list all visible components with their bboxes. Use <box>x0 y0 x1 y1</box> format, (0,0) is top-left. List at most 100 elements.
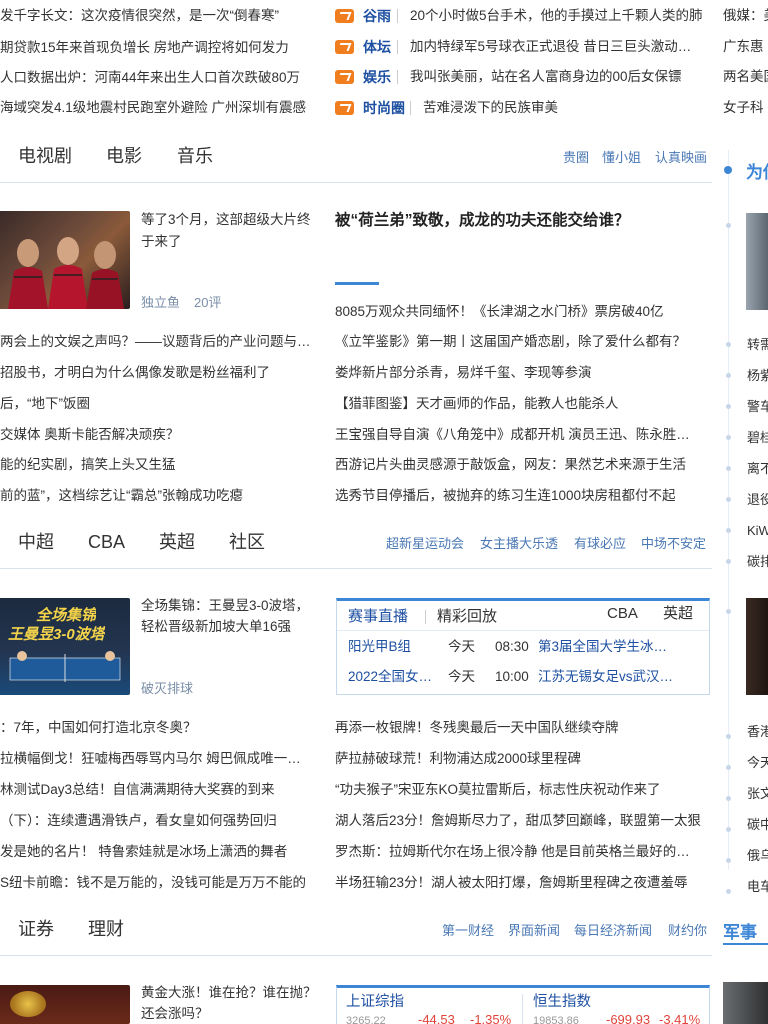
sidebar-item[interactable]: 离不 <box>747 460 768 478</box>
ent-left-6[interactable]: 前的蓝”，这档综艺让“霸总”张翰成功吃瘪 <box>0 486 322 506</box>
category-label-ent[interactable]: 娱乐 <box>363 67 391 87</box>
score-match[interactable]: 第3届全国大学生冰… <box>538 637 704 657</box>
tab-cba[interactable]: CBA <box>88 530 125 554</box>
sports-left-2[interactable]: 拉横幅倒戈！狂嘘梅西辱骂内马尔 姆巴佩成唯一… <box>0 749 322 769</box>
tab-music[interactable]: 音乐 <box>177 144 213 168</box>
sidebar-item[interactable]: 杨紫 <box>747 367 768 385</box>
sports-left-4[interactable]: （下）：连续遭遇滑铁卢，看女皇如何强势回归 <box>0 811 322 831</box>
sidebar-item[interactable]: 张文 <box>747 785 768 803</box>
category-label-guyu[interactable]: 谷雨 <box>363 6 391 26</box>
sports-left-3[interactable]: 林测试Day3总结！自信满满期待大奖赛的到来 <box>0 780 322 800</box>
link-renzhenyinghua[interactable]: 认真映画 <box>655 149 707 167</box>
sidebar-item[interactable]: 碳中 <box>747 816 768 834</box>
ent-feature-source[interactable]: 独立鱼 <box>141 294 180 312</box>
top-news-mid-4[interactable]: 苦难浸泼下的民族审美 <box>423 98 713 118</box>
top-news-right-4[interactable]: 女子科 <box>723 98 768 118</box>
sports-left-5[interactable]: 发是她的名片！ 特鲁索娃就是冰场上潇洒的舞者 <box>0 842 322 862</box>
score-league[interactable]: 2022全国女… <box>348 667 443 687</box>
tab-epl[interactable]: 英超 <box>159 530 195 554</box>
sports-left-6[interactable]: S纽卡前瞻：钱不是万能的，没钱可能是万万不能的 <box>0 873 322 893</box>
sidebar-military-tab[interactable]: 军事 <box>723 918 757 943</box>
finance-feature-title[interactable]: 黄金大涨！谁在抢？谁在抛？还会涨吗？ <box>141 982 323 1024</box>
ent-right-5[interactable]: 王宝强自导自演《八角笼中》成都开机 演员王迅、陈永胜… <box>335 425 711 445</box>
top-news-left-1[interactable]: 发千字长文：这次疫情很突然，是一次“倒春寒” <box>0 6 316 26</box>
ent-left-1[interactable]: 两会上的文娱之声吗？——议题背后的产业问题与… <box>0 332 322 352</box>
score-match[interactable]: 江苏无锡女足vs武汉… <box>538 667 704 687</box>
link-nbd[interactable]: 每日经济新闻 <box>574 922 652 940</box>
tab-community[interactable]: 社区 <box>229 530 265 554</box>
index-sse-name[interactable]: 上证综指 <box>346 992 404 1012</box>
link-dongxiaojie[interactable]: 懂小姐 <box>602 149 641 167</box>
sports-right-3[interactable]: “功夫猴子”宋亚东KO莫拉雷斯后，标志性庆祝动作来了 <box>335 780 711 800</box>
sidebar-item[interactable]: 电车 <box>747 878 768 896</box>
score-league[interactable]: 阳光甲B组 <box>348 637 443 657</box>
ent-feature-comments[interactable]: 20评 <box>194 294 221 312</box>
link-anchor-lottery[interactable]: 女主播大乐透 <box>480 535 558 553</box>
top-news-mid-1[interactable]: 20个小时做5台手术，他的手摸过上千颗人类的肺 <box>410 6 710 26</box>
tab-wealth[interactable]: 理财 <box>88 917 124 941</box>
top-news-left-3[interactable]: 人口数据出炉：河南44年来出生人口首次跌破80万 <box>0 68 316 88</box>
ent-left-3[interactable]: 后，“地下”饭圈 <box>0 394 322 414</box>
tab-score-epl[interactable]: 英超 <box>663 604 693 624</box>
sports-feature-title[interactable]: 全场集锦：王曼昱3-0波塔，轻松晋级新加坡大单16强 <box>141 595 319 637</box>
tab-replay[interactable]: 精彩回放 <box>437 607 497 627</box>
sports-thumbnail[interactable]: 全场集锦 王曼昱3-0波塔 <box>0 598 130 695</box>
tab-tv-series[interactable]: 电视剧 <box>18 144 72 168</box>
ent-left-2[interactable]: 招股书，才明白为什么偶像发歌是粉丝福利了 <box>0 363 322 383</box>
tab-csl[interactable]: 中超 <box>18 530 54 554</box>
ent-left-4[interactable]: 交媒体 奥斯卡能否解决顽疾？ <box>0 425 322 445</box>
sports-right-1[interactable]: 再添一枚银牌！冬残奥最后一天中国队继续夺牌 <box>335 718 711 738</box>
ent-right-4[interactable]: 【猎菲图鉴】天才画师的作品，能教人也能杀人 <box>335 394 711 414</box>
finance-thumbnail[interactable] <box>0 985 130 1024</box>
ent-right-1[interactable]: 8085万观众共同缅怀！《长津湖之水门桥》票房破40亿 <box>335 302 711 322</box>
top-news-left-4[interactable]: 海域突发4.1级地震村民跑室外避险 广州深圳有震感 <box>0 98 316 118</box>
link-guiquan[interactable]: 贵圈 <box>563 149 589 167</box>
sidebar-item[interactable]: 退役 <box>747 491 768 509</box>
sidebar-thumbnail[interactable] <box>746 213 768 310</box>
category-label-fashion[interactable]: 时尚圈 <box>363 98 405 118</box>
link-caiyueni[interactable]: 财约你 <box>668 922 707 940</box>
ent-headline[interactable]: 被“荷兰弟”致敬，成龙的功夫还能交给谁？ <box>335 210 711 232</box>
link-supernova[interactable]: 超新星运动会 <box>386 535 464 553</box>
sidebar-item[interactable]: 今天 <box>747 754 768 772</box>
index-hsi-value: 19853.86 <box>533 1015 579 1024</box>
sports-feature-source[interactable]: 破灭排球 <box>141 680 193 698</box>
sidebar-item[interactable]: 碳排 <box>747 553 768 571</box>
category-label-sports[interactable]: 体坛 <box>363 37 391 57</box>
sports-right-4[interactable]: 湖人落后23分！詹姆斯尽力了，甜瓜梦回巅峰，联盟第一太狠 <box>335 811 711 831</box>
sidebar-item[interactable]: KiW <box>747 522 768 540</box>
sidebar-thumbnail[interactable] <box>723 982 768 1024</box>
ent-right-7[interactable]: 选秀节目停播后，被抛弃的练习生连1000块房租都付不起 <box>335 486 711 506</box>
sidebar-item[interactable]: 碧桂 <box>747 429 768 447</box>
index-hsi-name[interactable]: 恒生指数 <box>533 992 591 1012</box>
ent-right-3[interactable]: 娄烨新片部分杀青，易烊千玺、李现等参演 <box>335 363 711 383</box>
sidebar-item[interactable]: 警车 <box>747 398 768 416</box>
sports-right-6[interactable]: 半场狂输23分！湖人被太阳打爆，詹姆斯里程碑之夜遭羞辱 <box>335 873 711 893</box>
sports-right-5[interactable]: 罗杰斯：拉姆斯代尔在场上很冷静 他是目前英格兰最好的… <box>335 842 711 862</box>
top-news-mid-3[interactable]: 我叫张美丽，站在名人富商身边的00后女保镖 <box>410 67 710 87</box>
movie-thumbnail[interactable] <box>0 211 130 309</box>
ent-left-5[interactable]: 能的纪实剧，搞笑上头又生猛 <box>0 455 322 475</box>
top-news-right-1[interactable]: 俄媒：美 <box>723 6 768 26</box>
sidebar-thumbnail[interactable] <box>746 598 768 695</box>
ent-feature-title[interactable]: 等了3个月，这部超级大片终于来了 <box>141 209 321 253</box>
sidebar-item[interactable]: 俄乌 <box>747 847 768 865</box>
sports-left-1[interactable]: ：7年，中国如何打造北京冬奥？ <box>0 718 322 738</box>
sidebar-item[interactable]: 转需 <box>747 336 768 354</box>
sports-right-2[interactable]: 萨拉赫破球荒！利物浦达成2000球里程碑 <box>335 749 711 769</box>
ent-right-2[interactable]: 《立竿鉴影》第一期丨这届国产婚恋剧，除了爱什么都有？ <box>335 332 711 352</box>
tab-movie[interactable]: 电影 <box>106 144 142 168</box>
link-yicai[interactable]: 第一财经 <box>442 922 494 940</box>
top-news-left-2[interactable]: 期贷款15年来首现负增长 房地产调控将如何发力 <box>0 38 316 58</box>
tab-live[interactable]: 赛事直播 <box>348 607 408 627</box>
top-news-mid-2[interactable]: 加内特绿军5号球衣正式退役 昔日三巨头激动… <box>410 37 710 57</box>
link-jiemian[interactable]: 界面新闻 <box>508 922 560 940</box>
tab-score-cba[interactable]: CBA <box>607 604 638 624</box>
tab-securities[interactable]: 证券 <box>18 917 54 941</box>
link-midfield[interactable]: 中场不安定 <box>641 535 706 553</box>
link-ball-reply[interactable]: 有球必应 <box>574 535 626 553</box>
ent-right-6[interactable]: 西游记片头曲灵感源于敲饭盒，网友：果然艺术来源于生活 <box>335 455 711 475</box>
top-news-right-3[interactable]: 两名美国 <box>723 67 768 87</box>
sidebar-item[interactable]: 香港 <box>747 723 768 741</box>
top-news-right-2[interactable]: 广东惠 <box>723 37 768 57</box>
